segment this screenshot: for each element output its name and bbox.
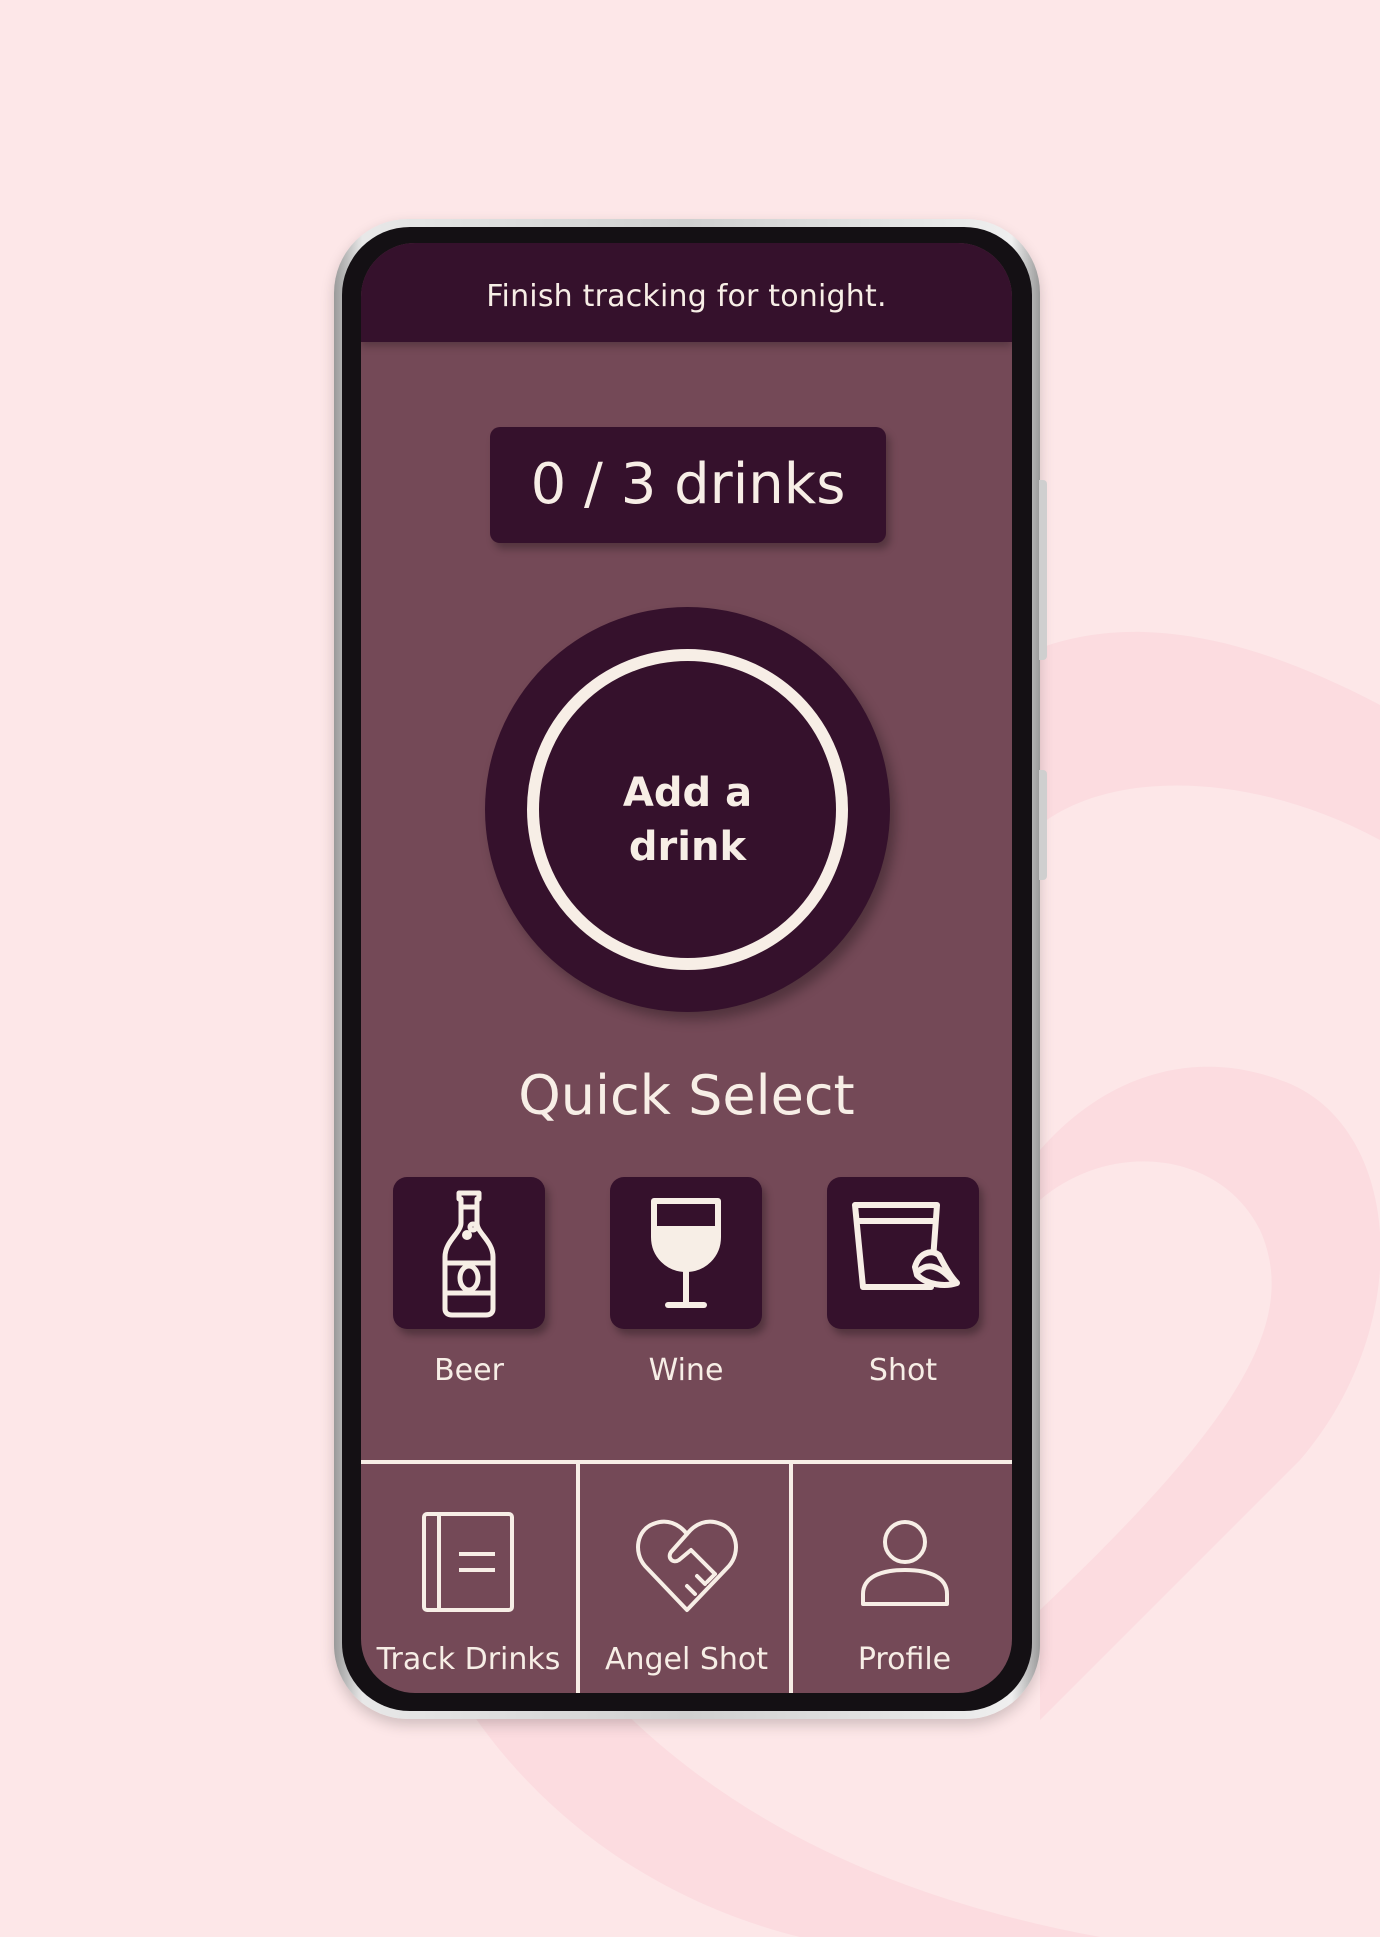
add-drink-button[interactable]: Add a drink [485, 607, 890, 1012]
quick-select-beer-button[interactable] [393, 1177, 545, 1329]
shot-glass-icon [852, 1202, 960, 1290]
quick-select-wine-label: Wine [648, 1353, 724, 1388]
nav-track-drinks[interactable]: Track Drinks [361, 1464, 576, 1693]
add-drink-label: Add a drink [622, 770, 753, 870]
nav-angel-shot[interactable]: Angel Shot [576, 1464, 793, 1693]
quick-select-title: Quick Select [518, 1064, 855, 1127]
user-icon [860, 1520, 949, 1606]
add-drink-ring: Add a drink [527, 649, 848, 970]
quick-select-shot-button[interactable] [827, 1177, 979, 1329]
quick-select-beer-label: Beer [434, 1353, 504, 1388]
nav-profile-label: Profile [857, 1642, 952, 1677]
nav-profile[interactable]: Profile [789, 1464, 1012, 1693]
power-button [1039, 770, 1047, 880]
app-screen: Finish tracking for tonight. 0 / 3 drink… [361, 243, 1012, 1693]
beer-bottle-icon [442, 1190, 496, 1318]
quick-select-wine-button[interactable] [610, 1177, 762, 1329]
nav-angel-shot-label: Angel Shot [604, 1642, 769, 1677]
drink-counter: 0 / 3 drinks [490, 427, 886, 543]
book-icon [421, 1512, 514, 1612]
bottom-navigation: Track Drinks Angel Shot Profile [361, 1460, 1012, 1693]
nav-track-drinks-label: Track Drinks [376, 1642, 561, 1677]
quick-select-shot-label: Shot [868, 1353, 938, 1388]
finish-tracking-banner[interactable]: Finish tracking for tonight. [361, 243, 1012, 342]
heart-handshake-icon [635, 1519, 738, 1612]
finish-tracking-text: Finish tracking for tonight. [486, 279, 887, 314]
volume-button [1039, 480, 1047, 660]
wine-glass-icon [651, 1198, 721, 1308]
